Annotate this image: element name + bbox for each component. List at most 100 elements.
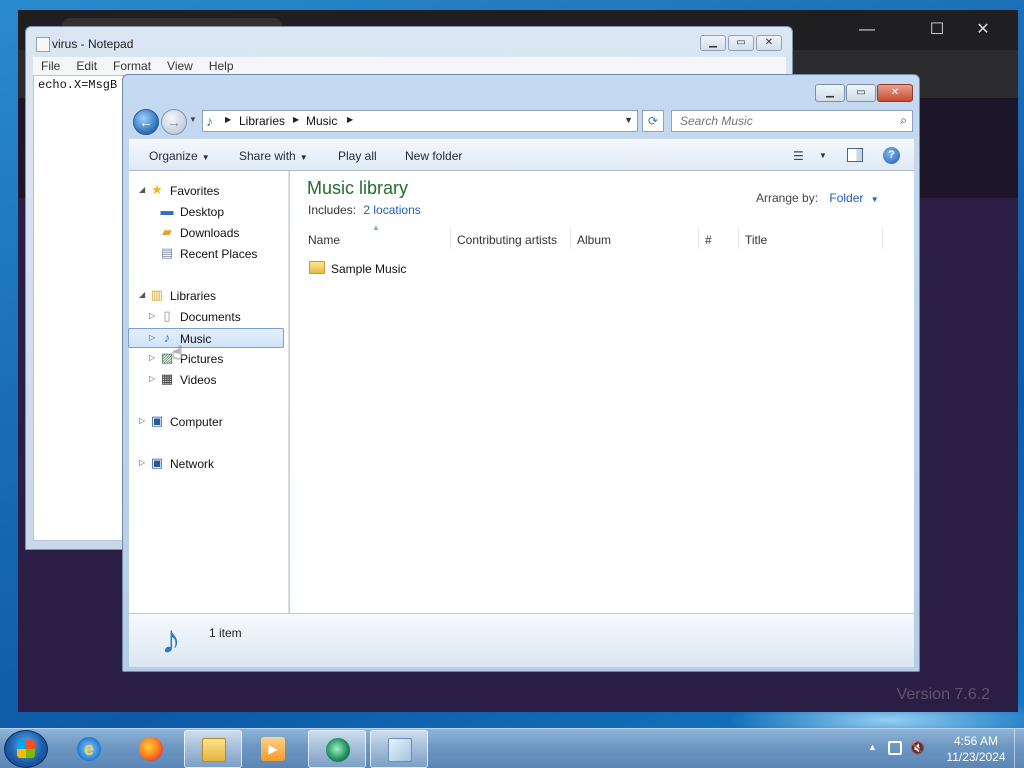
explorer-maximize-button[interactable]: ▭ xyxy=(846,84,876,102)
volume-muted-icon[interactable]: 🔇 xyxy=(910,741,925,755)
search-box[interactable]: ⌕ xyxy=(671,110,913,132)
expanded-arrow-icon[interactable]: ◢ xyxy=(139,290,145,299)
system-tray: ▲ 🔇 4:56 AM 11/23/2024 xyxy=(864,729,1024,768)
start-button[interactable] xyxy=(4,730,48,768)
column-header-title[interactable]: Title xyxy=(745,233,767,247)
breadcrumb-music[interactable]: Music xyxy=(306,114,337,128)
network-status-icon[interactable] xyxy=(888,741,902,755)
nav-desktop[interactable]: ▬ Desktop xyxy=(157,202,277,222)
share-with-button[interactable]: Share with ▼ xyxy=(239,149,308,163)
includes-label: Includes: xyxy=(308,203,357,217)
breadcrumb-libraries[interactable]: Libraries xyxy=(239,114,285,128)
column-divider[interactable] xyxy=(698,229,699,249)
taskbar-windows-explorer[interactable] xyxy=(184,730,242,768)
notepad-maximize-button[interactable]: ▭ xyxy=(728,35,754,51)
nav-downloads[interactable]: ▰ Downloads xyxy=(157,223,277,243)
column-divider[interactable] xyxy=(570,229,571,249)
nav-videos[interactable]: ▷ ▦ Videos xyxy=(147,370,277,390)
explorer-window[interactable]: ▁ ▭ ✕ ← → ▼ ♪ ▶ Libraries ▶ Music ▶ ▼ ⟳ … xyxy=(122,74,920,672)
show-desktop-button[interactable] xyxy=(1014,729,1024,768)
nav-recent-places-label: Recent Places xyxy=(180,247,258,261)
column-divider[interactable] xyxy=(882,229,883,249)
preview-pane-icon[interactable] xyxy=(847,148,863,162)
column-header-contributing-artists[interactable]: Contributing artists xyxy=(457,233,557,247)
menu-view[interactable]: View xyxy=(159,57,201,75)
column-divider[interactable] xyxy=(450,229,451,249)
play-all-button[interactable]: Play all xyxy=(338,149,377,163)
notepad-text-area[interactable]: echo.X=MsgB xyxy=(33,75,125,541)
refresh-icon[interactable]: ⟳ xyxy=(642,110,664,132)
organize-button[interactable]: Organize ▼ xyxy=(149,149,210,163)
forward-button[interactable]: → xyxy=(161,109,187,135)
search-input[interactable] xyxy=(672,111,890,131)
expanded-arrow-icon[interactable]: ◢ xyxy=(139,185,145,194)
notepad-icon xyxy=(36,37,50,52)
taskbar-media-player[interactable]: ▶ xyxy=(244,730,302,768)
address-dropdown-icon[interactable]: ▼ xyxy=(624,115,633,125)
music-note-icon: ♪ xyxy=(206,113,213,129)
column-header-number[interactable]: # xyxy=(705,233,712,247)
nav-documents[interactable]: ▷ ▯ Documents xyxy=(147,307,277,327)
locations-link[interactable]: 2 locations xyxy=(363,203,420,217)
search-icon[interactable]: ⌕ xyxy=(900,113,907,128)
menu-file[interactable]: File xyxy=(33,57,68,75)
chevron-down-icon[interactable]: ▼ xyxy=(871,195,879,204)
recent-pages-dropdown-icon[interactable]: ▼ xyxy=(189,115,199,129)
organize-label: Organize xyxy=(149,149,198,163)
chevron-right-icon[interactable]: ▶ xyxy=(293,115,299,124)
help-icon[interactable]: ? xyxy=(883,147,900,164)
view-dropdown-icon[interactable]: ▼ xyxy=(819,151,827,160)
nav-network[interactable]: ▷ ▣ Network xyxy=(137,454,277,474)
new-folder-button[interactable]: New folder xyxy=(405,149,462,163)
show-hidden-icons-icon[interactable]: ▲ xyxy=(868,742,877,752)
taskbar-notepad[interactable] xyxy=(370,730,428,768)
minimize-icon[interactable]: — xyxy=(844,16,890,44)
explorer-minimize-button[interactable]: ▁ xyxy=(815,84,845,102)
taskbar-camtasia[interactable] xyxy=(308,730,366,768)
menu-help[interactable]: Help xyxy=(201,57,242,75)
nav-music[interactable]: ▷ ♪ Music xyxy=(128,328,284,348)
column-divider[interactable] xyxy=(738,229,739,249)
notepad-minimize-button[interactable]: ▁ xyxy=(700,35,726,51)
clock[interactable]: 4:56 AM 11/23/2024 xyxy=(936,733,1016,765)
arrange-by-dropdown[interactable]: Folder xyxy=(829,191,863,205)
taskbar-firefox[interactable] xyxy=(122,730,180,768)
menu-format[interactable]: Format xyxy=(105,57,159,75)
collapsed-arrow-icon[interactable]: ▷ xyxy=(139,416,145,425)
collapsed-arrow-icon[interactable]: ▷ xyxy=(149,374,155,383)
chevron-right-icon[interactable]: ▶ xyxy=(225,115,231,124)
nav-pictures[interactable]: ▷ ▨ Pictures xyxy=(147,349,277,369)
command-bar: Organize ▼ Share with ▼ Play all New folde… xyxy=(129,139,914,171)
windows-explorer-icon xyxy=(202,738,226,762)
taskbar-internet-explorer[interactable]: e xyxy=(60,730,118,768)
nav-documents-label: Documents xyxy=(180,310,241,324)
chevron-right-icon[interactable]: ▶ xyxy=(347,115,353,124)
nav-music-label: Music xyxy=(180,332,212,346)
library-title: Music library xyxy=(307,178,409,198)
view-options-icon[interactable]: ☰ xyxy=(793,149,804,163)
nav-computer[interactable]: ▷ ▣ Computer xyxy=(137,412,277,432)
maximize-icon[interactable]: ☐ xyxy=(914,16,960,44)
notepad-title: virus - Notepad xyxy=(52,37,134,51)
column-header-album[interactable]: Album xyxy=(577,233,611,247)
arrange-by: Arrange by: Folder ▼ xyxy=(756,191,879,205)
nav-favorites[interactable]: ◢ ★ Favorites xyxy=(137,181,277,201)
notepad-close-button[interactable]: ✕ xyxy=(756,35,782,51)
address-bar[interactable]: ♪ ▶ Libraries ▶ Music ▶ ▼ xyxy=(202,110,638,132)
close-icon[interactable]: ✕ xyxy=(960,16,1006,44)
nav-recent-places[interactable]: ▤ Recent Places xyxy=(157,244,277,264)
menu-edit[interactable]: Edit xyxy=(68,57,105,75)
column-header-name[interactable]: Name xyxy=(308,233,340,247)
arrange-by-label: Arrange by: xyxy=(756,191,819,205)
nav-libraries[interactable]: ◢ ▥ Libraries xyxy=(137,286,277,306)
explorer-close-button[interactable]: ✕ xyxy=(877,84,913,102)
collapsed-arrow-icon[interactable]: ▷ xyxy=(149,311,155,320)
videos-icon: ▦ xyxy=(160,371,174,386)
firefox-icon xyxy=(139,737,163,761)
collapsed-arrow-icon[interactable]: ▷ xyxy=(149,353,155,362)
desktop-icon: ▬ xyxy=(160,203,174,218)
windows-logo-icon xyxy=(17,740,35,758)
back-button[interactable]: ← xyxy=(133,109,159,135)
collapsed-arrow-icon[interactable]: ▷ xyxy=(149,333,155,342)
collapsed-arrow-icon[interactable]: ▷ xyxy=(139,458,145,467)
